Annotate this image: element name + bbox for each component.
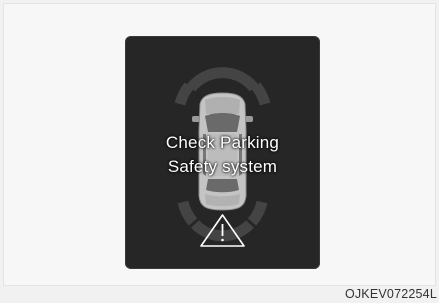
image-code-label: OJKEV072254L	[344, 287, 437, 301]
page: Check Parking Safety system OJKEV072254L	[0, 0, 439, 303]
front-center-sensor-arc	[186, 67, 259, 92]
warning-message-line-2: Safety system	[167, 157, 278, 176]
front-left-sensor-arc	[174, 82, 194, 106]
front-right-sensor-arc	[251, 82, 271, 106]
rear-right-sensor-arc	[247, 200, 268, 226]
warning-message-line-1: Check Parking	[165, 133, 280, 152]
rear-left-sensor-arc	[177, 200, 198, 226]
cluster-display: Check Parking Safety system	[125, 36, 320, 269]
